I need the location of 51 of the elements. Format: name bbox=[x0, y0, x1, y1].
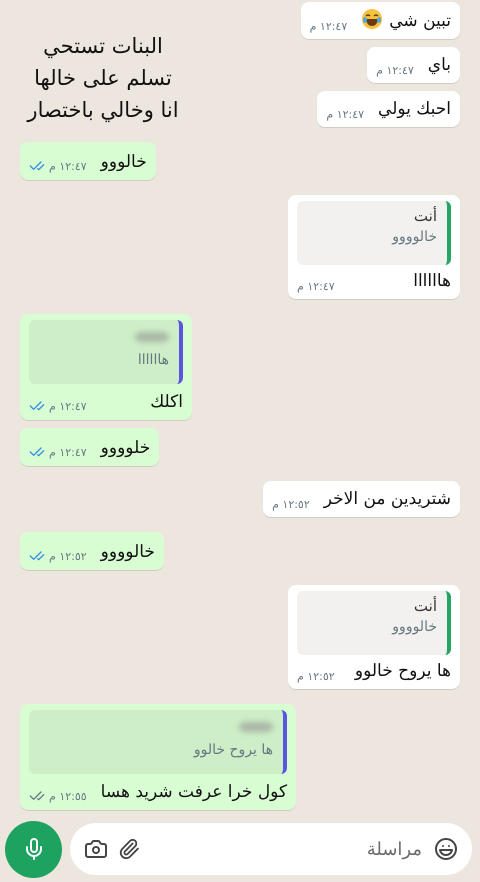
message-text: باي bbox=[428, 54, 451, 77]
message-bubble[interactable]: خالووو ١٢:٤٧ م bbox=[20, 142, 156, 180]
quoted-message[interactable]: هاااااا bbox=[29, 320, 183, 384]
message-time: ١٢:٤٧ م bbox=[326, 108, 364, 121]
camera-icon[interactable] bbox=[84, 837, 108, 861]
message-bubble[interactable]: أنت خالوووو هاااااا ١٢:٤٧ م bbox=[288, 195, 460, 299]
message-bubble[interactable]: أنت خالوووو ها يروح خالوو ١٢:٥٢ م bbox=[288, 585, 460, 689]
quote-text: ها يروح خالوو bbox=[194, 742, 274, 758]
quoted-message[interactable]: أنت خالوووو bbox=[297, 201, 451, 265]
message-text: خلوووو bbox=[100, 437, 150, 460]
paperclip-icon[interactable] bbox=[118, 838, 140, 860]
message-time: ١٢:٤٧ م bbox=[297, 280, 335, 293]
message-time: ١٢:٤٧ م bbox=[49, 446, 87, 458]
quote-text: خالوووو bbox=[392, 229, 437, 245]
message-text: ها يروح خالوو bbox=[354, 660, 451, 683]
message-bubble[interactable]: هاااااا اكلك ١٢:٤٧ م bbox=[20, 314, 192, 420]
caption-text: البنات تستحي bbox=[43, 33, 163, 60]
quote-author: أنت bbox=[414, 207, 437, 225]
message-input[interactable]: مراسلة bbox=[70, 823, 472, 875]
message-text: شتريدين من الاخر bbox=[324, 488, 451, 511]
message-text: تبين شي bbox=[361, 8, 451, 33]
message-bubble[interactable]: احبك يولي ١٢:٤٧ م bbox=[317, 91, 460, 127]
message-time: ١٢:٥٢ م bbox=[49, 550, 87, 562]
quote-text: هاااااا bbox=[138, 352, 169, 368]
message-bubble[interactable]: شتريدين من الاخر ١٢:٥٢ م bbox=[263, 481, 460, 517]
message-text: احبك يولي bbox=[378, 98, 451, 121]
message-time: ١٢:٥٥ م bbox=[49, 790, 87, 802]
message-time: ١٢:٤٧ م bbox=[376, 64, 414, 77]
caption-text: انا وخالي باختصار bbox=[27, 97, 179, 124]
message-time: ١٢:٤٧ م bbox=[310, 20, 348, 33]
quoted-message[interactable]: ها يروح خالوو bbox=[29, 710, 288, 774]
message-bubble[interactable]: تبين شي ١٢:٤٧ م bbox=[300, 2, 460, 39]
quote-text: خالوووو bbox=[392, 619, 437, 635]
message-text: كول خرا عرفت شريد هسا bbox=[100, 781, 288, 804]
message-bubble[interactable]: باي ١٢:٤٧ م bbox=[367, 47, 460, 83]
quote-author: أنت bbox=[414, 597, 437, 615]
message-time: ١٢:٥٢ م bbox=[272, 498, 310, 511]
message-text: اكلك bbox=[150, 391, 183, 414]
caption-text: تسلم على خالها bbox=[34, 65, 172, 92]
message-text: هاااااا bbox=[413, 270, 451, 293]
message-bubble[interactable]: ها يروح خالوو كول خرا عرفت شريد هسا ١٢:٥٥ م bbox=[20, 704, 296, 810]
message-text: خالوووو bbox=[100, 541, 155, 564]
message-time: ١٢:٤٧ م bbox=[49, 400, 87, 412]
message-field[interactable]: مراسلة bbox=[150, 838, 424, 860]
message-time: ١٢:٤٧ م bbox=[49, 160, 87, 172]
message-time: ١٢:٥٢ م bbox=[297, 670, 335, 683]
message-bubble[interactable]: خلوووو ١٢:٤٧ م bbox=[20, 428, 160, 466]
quoted-message[interactable]: أنت خالوووو bbox=[297, 591, 451, 655]
message-text: خالووو bbox=[100, 151, 147, 174]
sticker-icon[interactable] bbox=[434, 837, 458, 861]
message-bubble[interactable]: خالوووو ١٢:٥٢ م bbox=[20, 532, 164, 570]
